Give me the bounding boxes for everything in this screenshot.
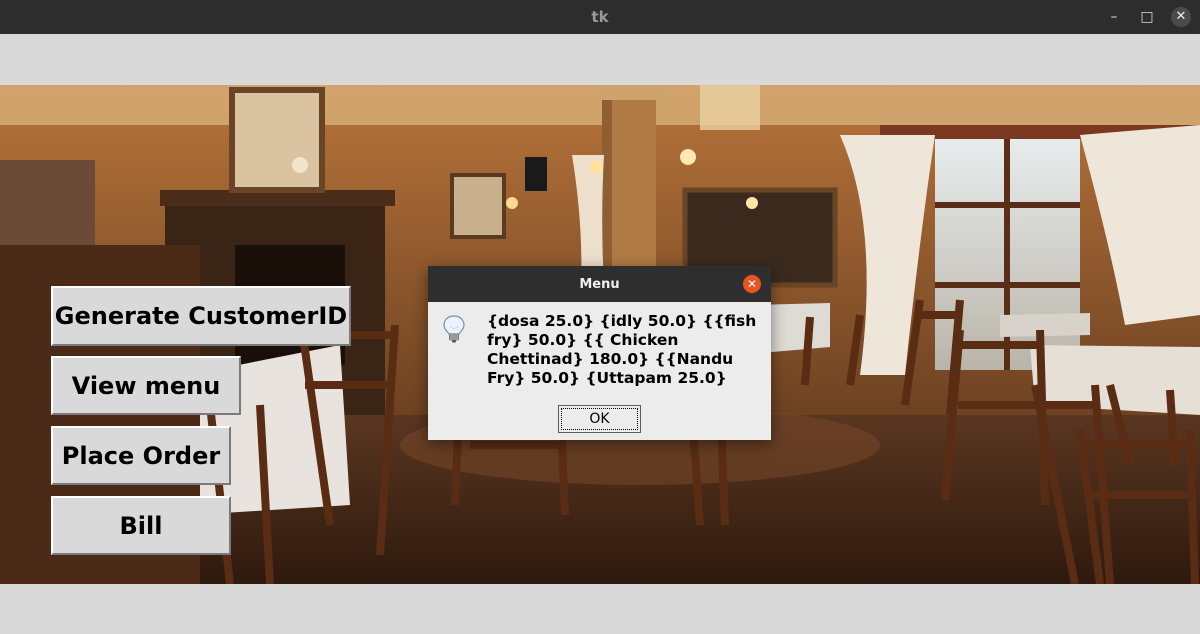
generate-customer-id-button[interactable]: Generate CustomerID: [51, 286, 351, 346]
dialog-title: Menu: [428, 266, 771, 302]
maximize-icon[interactable]: □: [1137, 7, 1157, 27]
window-top-band: [0, 34, 1200, 85]
bill-button[interactable]: Bill: [51, 496, 231, 555]
dialog-close-icon[interactable]: ✕: [743, 275, 761, 293]
view-menu-button[interactable]: View menu: [51, 356, 241, 415]
close-icon[interactable]: ✕: [1171, 7, 1191, 27]
minimize-icon[interactable]: –: [1104, 7, 1124, 27]
place-order-button[interactable]: Place Order: [51, 426, 231, 485]
window-title: tk: [591, 8, 609, 26]
dialog-ok-button[interactable]: OK: [558, 405, 641, 433]
menu-dialog: Menu ✕ {dosa 25.0} {idly 50.0} {{fish fr…: [428, 266, 771, 440]
dialog-message: {dosa 25.0} {idly 50.0} {{fish fry} 50.0…: [487, 312, 757, 387]
info-lightbulb-icon: [443, 315, 465, 343]
dialog-ok-label: OK: [589, 411, 610, 427]
window-titlebar: tk – □ ✕: [0, 0, 1200, 34]
window-bottom-band: [0, 584, 1200, 634]
